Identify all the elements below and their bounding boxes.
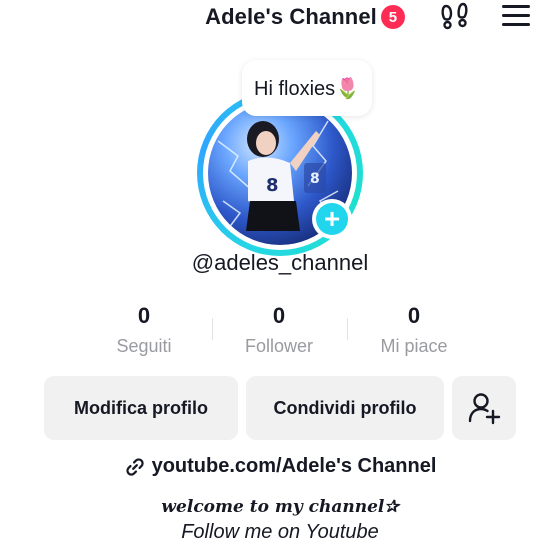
stat-likes[interactable]: 0 Mi piace [344, 302, 484, 357]
plus-icon: + [316, 203, 348, 235]
add-friend-button[interactable] [452, 376, 516, 440]
stat-value: 0 [272, 303, 286, 328]
stat-label: Seguiti [116, 336, 172, 356]
bio-text-line: welcome to my channel✰ [161, 497, 399, 517]
notification-badge[interactable]: 5 [380, 5, 405, 29]
add-story-button[interactable]: + [312, 199, 352, 239]
stat-value: 0 [407, 303, 421, 328]
svg-text:8: 8 [266, 175, 279, 196]
stat-following[interactable]: 0 Seguiti [74, 302, 214, 357]
add-user-icon [468, 393, 501, 425]
edit-profile-button[interactable]: Modifica profilo [44, 376, 238, 440]
stat-label: Follower [244, 336, 314, 356]
svg-text:8: 8 [310, 171, 320, 187]
footprints-icon[interactable] [440, 2, 470, 32]
stat-label: Mi piace [380, 336, 448, 356]
username: @adeles_channel [191, 250, 369, 275]
bio-text-line: Follow me on Youtube [181, 521, 379, 543]
stat-followers[interactable]: 0 Follower [209, 302, 349, 357]
hamburger-menu-icon[interactable] [502, 3, 530, 27]
bio-link-text[interactable]: youtube.com/Adele's Channel [152, 455, 437, 478]
profile-note-bubble[interactable]: Hi floxies🌷 [242, 60, 373, 116]
link-icon [125, 457, 144, 476]
header: Adele's Channel 5 [0, 0, 560, 34]
stat-value: 0 [137, 303, 151, 328]
share-profile-button[interactable]: Condividi profilo [246, 376, 444, 440]
page-title[interactable]: Adele's Channel [205, 4, 377, 30]
bio-link[interactable]: youtube.com/Adele's Channel [0, 455, 560, 478]
